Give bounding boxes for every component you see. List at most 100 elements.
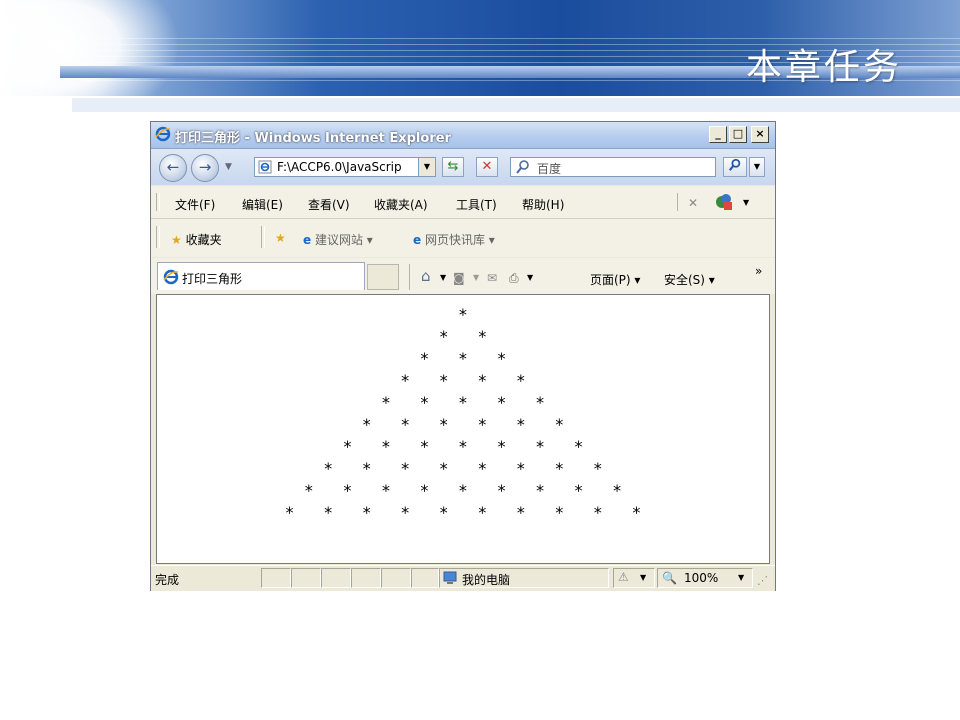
triangle-row: * * * * xyxy=(400,371,526,390)
tab-active[interactable]: 打印三角形 xyxy=(157,262,365,290)
slide-title: 本章任务 xyxy=(745,47,902,88)
stop-button[interactable]: ✕ xyxy=(476,157,498,177)
search-field[interactable]: 百度 xyxy=(510,157,716,177)
computer-icon xyxy=(442,570,458,589)
search-button[interactable] xyxy=(723,157,747,177)
print-icon[interactable]: ⎙ xyxy=(509,271,519,286)
triangle-row: * * * xyxy=(419,349,507,368)
search-placeholder: 百度 xyxy=(537,162,562,176)
web-slices-link[interactable]: e 网页快讯库 ▾ xyxy=(413,231,495,248)
search-engine-icon xyxy=(515,159,531,178)
page-icon xyxy=(258,160,272,177)
favbar-separator xyxy=(261,226,265,248)
close-button[interactable]: × xyxy=(751,126,769,143)
protected-mode-icon: ⚠ xyxy=(618,570,629,584)
star-icon: ★ xyxy=(171,233,182,247)
suggested-sites-link[interactable]: e 建议网站 ▾ xyxy=(303,231,373,248)
safety-menu-button[interactable]: 安全(S) ▾ xyxy=(664,271,715,288)
favorites-label: 收藏夹 xyxy=(185,233,222,247)
menu-edit[interactable]: 编辑(E) xyxy=(242,196,283,213)
menu-tools[interactable]: 工具(T) xyxy=(456,196,497,213)
maximize-button[interactable]: □ xyxy=(729,126,747,143)
triangle-row: * * * * * * * * * * xyxy=(284,503,642,522)
mail-icon[interactable]: ✉ xyxy=(487,271,497,285)
command-separator xyxy=(409,264,410,290)
resize-grip-icon[interactable]: ⋰ xyxy=(757,574,768,587)
favorites-button[interactable]: ★ 收藏夹 xyxy=(171,231,222,248)
security-zone-cell[interactable]: 我的电脑 xyxy=(439,568,609,588)
menu-view[interactable]: 查看(V) xyxy=(308,196,350,213)
status-cell xyxy=(351,568,381,588)
suggested-sites-label: 建议网站 ▾ xyxy=(314,233,373,247)
refresh-icon: ⇆ xyxy=(447,159,459,174)
status-cell xyxy=(381,568,411,588)
triangle-row: * * * * * xyxy=(381,393,545,412)
ie-logo-icon xyxy=(155,126,171,145)
history-dropdown-icon[interactable]: ▼ xyxy=(225,162,232,172)
zoom-cell[interactable]: 🔍 100% ▼ xyxy=(657,568,753,588)
search-options-dropdown[interactable]: ▼ xyxy=(749,157,765,177)
triangle-row: * xyxy=(458,305,468,324)
menu-help[interactable]: 帮助(H) xyxy=(522,196,564,213)
back-button[interactable]: ← xyxy=(159,154,187,182)
triangle-row: * * * * * * * * * xyxy=(304,481,622,500)
ie-window: 打印三角形 - Windows Internet Explorer _ □ × … xyxy=(150,121,776,591)
feeds-icon[interactable]: ◙ xyxy=(453,271,465,285)
window-titlebar: 打印三角形 - Windows Internet Explorer _ □ × xyxy=(151,122,775,149)
chevron-down-icon[interactable]: ▼ xyxy=(527,273,533,282)
page-menu-button[interactable]: 页面(P) ▾ xyxy=(590,271,640,288)
header-underbar xyxy=(72,98,960,112)
address-dropdown-icon[interactable]: ▼ xyxy=(418,158,435,176)
minimize-button[interactable]: _ xyxy=(709,126,727,143)
status-cell xyxy=(291,568,321,588)
search-icon xyxy=(728,158,741,171)
triangle-row: * * * * * * * * xyxy=(323,459,603,478)
forward-arrow-icon: → xyxy=(198,158,212,176)
back-arrow-icon: ← xyxy=(166,158,180,176)
more-commands-button[interactable]: » xyxy=(755,264,762,278)
slide-header-banner: 本章任务 xyxy=(0,0,960,96)
triangle-row: * * * * * * * xyxy=(342,437,584,456)
triangle-row: * * * * * * xyxy=(361,415,565,434)
tab-label: 打印三角形 xyxy=(182,272,243,286)
address-field[interactable]: F:\ACCP6.0\JavaScrip ▼ xyxy=(254,157,436,177)
forward-button[interactable]: → xyxy=(191,154,219,182)
status-bar: 完成 我的电脑 ⚠ ▼ 🔍 100% ▼ ⋰ xyxy=(151,565,775,591)
chevron-down-icon: ▼ xyxy=(640,573,647,582)
translate-icon[interactable] xyxy=(714,192,734,215)
refresh-button[interactable]: ⇆ xyxy=(442,157,464,177)
favorites-bar: ★ 收藏夹 ★ e 建议网站 ▾ e 网页快讯库 ▾ xyxy=(151,219,775,257)
menu-favorites[interactable]: 收藏夹(A) xyxy=(374,196,428,213)
ie-logo-icon xyxy=(163,269,179,288)
zoom-icon: 🔍 xyxy=(662,571,677,585)
protected-mode-cell[interactable]: ⚠ ▼ xyxy=(613,568,655,588)
chevron-down-icon[interactable]: ▼ xyxy=(743,198,749,207)
status-text: 完成 xyxy=(155,573,180,587)
triangle-row: * * xyxy=(438,327,488,346)
menu-file[interactable]: 文件(F) xyxy=(175,196,215,213)
chevron-down-icon: ▼ xyxy=(753,162,761,171)
address-toolbar: ← → ▼ F:\ACCP6.0\JavaScrip ▼ ⇆ ✕ 百度 ▼ xyxy=(151,149,775,185)
home-icon[interactable]: ⌂ xyxy=(421,267,431,285)
tab-bar: 打印三角形 ⌂ ▼ ◙ ▼ ✉ ⎙ ▼ 页面(P) ▾ 安全(S) ▾ » xyxy=(151,258,775,294)
chevron-down-icon[interactable]: ▼ xyxy=(473,273,479,282)
menu-grip xyxy=(156,193,160,211)
menu-separator xyxy=(677,193,678,211)
window-title: 打印三角形 - Windows Internet Explorer xyxy=(175,131,451,146)
address-url: F:\ACCP6.0\JavaScrip xyxy=(277,160,402,174)
new-tab-button[interactable] xyxy=(367,264,399,290)
ie-page-icon: e xyxy=(303,233,312,247)
close-toolbar-icon[interactable]: ✕ xyxy=(688,196,698,210)
status-cell xyxy=(321,568,351,588)
favbar-grip xyxy=(156,226,160,248)
page-content: * * * * * * * * * * * * * * * * * * * * … xyxy=(156,294,770,564)
web-slices-label: 网页快讯库 ▾ xyxy=(424,233,495,247)
chevron-down-icon: ▼ xyxy=(738,573,745,582)
stop-icon: ✕ xyxy=(481,159,493,174)
add-favorite-icon[interactable]: ★ xyxy=(275,231,286,245)
zoom-level: 100% xyxy=(684,571,719,585)
chevron-down-icon[interactable]: ▼ xyxy=(440,273,446,282)
ie-page-icon: e xyxy=(413,233,422,247)
status-cell xyxy=(261,568,291,588)
menu-bar: 文件(F) 编辑(E) 查看(V) 收藏夹(A) 工具(T) 帮助(H) ✕ ▼ xyxy=(151,186,775,219)
